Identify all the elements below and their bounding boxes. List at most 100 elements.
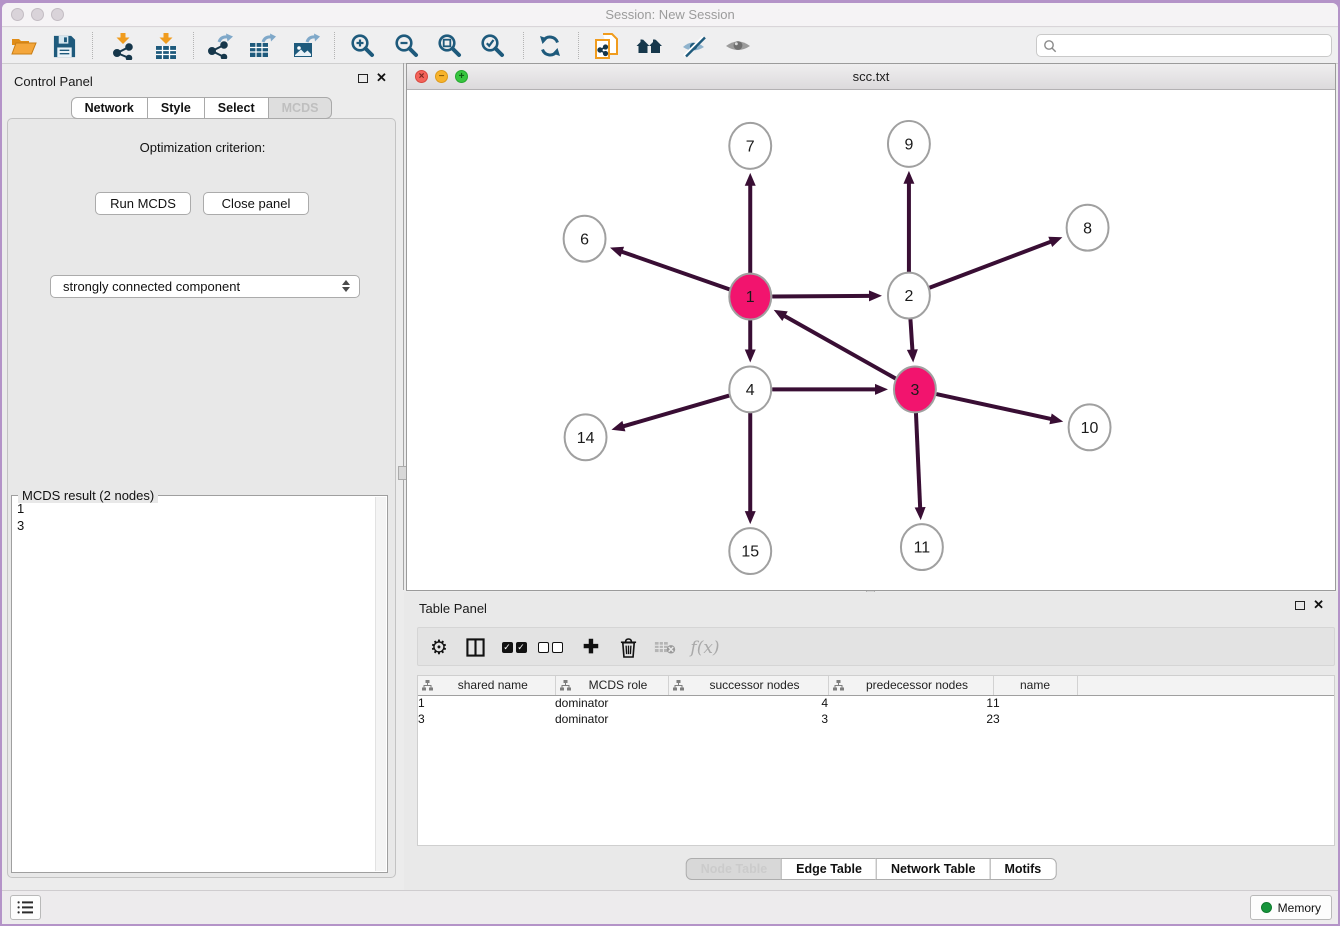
tab-edge-table[interactable]: Edge Table — [781, 858, 877, 880]
export-network-icon[interactable] — [204, 31, 234, 61]
import-table-icon[interactable] — [151, 31, 181, 61]
mcds-result-line: 1 — [17, 500, 373, 517]
zoom-selected-icon[interactable] — [478, 31, 508, 61]
graph-edge-arrowhead — [875, 384, 888, 395]
table-panel-close-icon[interactable]: ✕ — [1313, 600, 1324, 610]
graph-edge-2-8[interactable] — [929, 241, 1052, 288]
table-row[interactable]: 3dominator323 — [418, 711, 1334, 727]
table-settings-gear-icon[interactable]: ⚙ — [424, 628, 454, 667]
graph-edge-3-1[interactable] — [783, 315, 896, 378]
search-input[interactable] — [1057, 36, 1331, 55]
hide-panels-icon[interactable] — [678, 31, 708, 61]
status-bar: Memory — [2, 890, 1338, 924]
table-cell[interactable]: 1 — [418, 695, 555, 711]
select-stepper-icon — [342, 280, 350, 292]
graph-edge-arrowhead — [1049, 413, 1063, 424]
graph-node-label-15: 15 — [741, 544, 759, 561]
column-header-predecessor-nodes[interactable]: predecessor nodes — [828, 676, 993, 695]
table-cell[interactable]: 1 — [993, 695, 1077, 711]
graph-edge-arrowhead — [610, 247, 624, 257]
column-header-successor-nodes[interactable]: successor nodes — [668, 676, 828, 695]
task-history-button[interactable] — [10, 895, 41, 920]
node-table: shared name MCDS role successor nodes pr… — [417, 675, 1335, 846]
graph-edge-4-14[interactable] — [622, 396, 729, 427]
search-icon — [1043, 39, 1057, 53]
import-network-icon[interactable] — [108, 31, 138, 61]
delete-column-trash-icon[interactable] — [613, 628, 643, 667]
control-panel-float-icon[interactable] — [358, 74, 368, 83]
open-session-icon[interactable] — [8, 31, 38, 61]
column-header-mcds-role[interactable]: MCDS role — [555, 676, 668, 695]
graph-node-label-4: 4 — [746, 382, 755, 399]
graph-edge-arrowhead — [903, 171, 914, 184]
mcds-result-scrollbar[interactable] — [375, 497, 386, 871]
attribute-tree-icon — [422, 680, 433, 691]
network-minimize-button[interactable]: − — [435, 70, 448, 83]
table-cell[interactable]: 1 — [828, 695, 993, 711]
graph-edge-1-2[interactable] — [772, 296, 871, 297]
tab-network-table[interactable]: Network Table — [876, 858, 991, 880]
table-cell[interactable]: 3 — [668, 711, 828, 727]
table-cell[interactable]: dominator — [555, 711, 668, 727]
close-panel-button[interactable]: Close panel — [203, 192, 309, 215]
zoom-out-icon[interactable] — [392, 31, 422, 61]
optimization-criterion-select[interactable]: strongly connected component — [50, 275, 360, 298]
show-eye-icon[interactable] — [723, 31, 753, 61]
control-panel-close-icon[interactable]: ✕ — [376, 73, 387, 83]
node-table-header-row: shared name MCDS role successor nodes pr… — [418, 676, 1334, 695]
graph-edge-3-11[interactable] — [916, 411, 920, 509]
tab-style[interactable]: Style — [147, 97, 205, 119]
save-session-icon[interactable] — [49, 31, 79, 61]
run-mcds-button[interactable]: Run MCDS — [95, 192, 191, 215]
window-close-button[interactable] — [11, 8, 24, 21]
select-all-rows-icon[interactable]: ✓✓ — [499, 628, 529, 667]
table-cell[interactable]: 3 — [993, 711, 1077, 727]
network-close-button[interactable]: × — [415, 70, 428, 83]
export-table-icon[interactable] — [247, 31, 277, 61]
network-view-window: × − + scc.txt 1234678910111415 — [406, 63, 1336, 591]
refresh-icon[interactable] — [535, 31, 565, 61]
desktop: { "window": { "title": "Session: New Ses… — [0, 0, 1340, 926]
network-zoom-button[interactable]: + — [455, 70, 468, 83]
tab-motifs[interactable]: Motifs — [989, 858, 1056, 880]
graph-node-label-7: 7 — [746, 138, 755, 155]
table-cell[interactable]: 4 — [668, 695, 828, 711]
column-header-name[interactable]: name — [993, 676, 1077, 695]
network-canvas[interactable]: 1234678910111415 — [407, 90, 1335, 590]
window-zoom-button[interactable] — [51, 8, 64, 21]
delete-table-icon — [650, 628, 680, 667]
app-window: Session: New Session — [2, 3, 1338, 924]
mcds-result-lines[interactable]: 1 3 — [17, 500, 373, 534]
graph-edge-1-6[interactable] — [620, 251, 729, 289]
tab-network[interactable]: Network — [71, 97, 148, 119]
table-cell[interactable]: 3 — [418, 711, 555, 727]
zoom-fit-icon[interactable] — [435, 31, 465, 61]
tab-node-table[interactable]: Node Table — [686, 858, 782, 880]
table-row[interactable]: 1dominator411 — [418, 695, 1334, 711]
table-cell[interactable]: 2 — [828, 711, 993, 727]
network-window-titlebar[interactable]: × − + scc.txt — [407, 64, 1335, 90]
column-header-shared-name[interactable]: shared name — [418, 676, 555, 695]
home-networks-icon[interactable] — [634, 31, 664, 61]
tab-select[interactable]: Select — [204, 97, 269, 119]
deselect-all-rows-icon[interactable] — [535, 628, 565, 667]
network-graph[interactable]: 1234678910111415 — [407, 90, 1335, 590]
column-view-icon[interactable] — [460, 628, 490, 667]
graph-node-label-3: 3 — [910, 382, 919, 399]
memory-button[interactable]: Memory — [1250, 895, 1332, 920]
export-image-icon[interactable] — [291, 31, 321, 61]
panel-divider — [403, 63, 404, 590]
window-minimize-button[interactable] — [31, 8, 44, 21]
table-toolbar: ⚙ ✓✓ ✚ f(x) — [417, 627, 1335, 666]
tab-mcds[interactable]: MCDS — [268, 97, 333, 119]
table-panel-float-icon[interactable] — [1295, 601, 1305, 610]
graph-edge-2-3[interactable] — [910, 318, 912, 352]
graph-edge-arrowhead — [611, 421, 625, 432]
network-file-icon[interactable] — [591, 31, 621, 61]
function-builder-icon: f(x) — [690, 628, 720, 667]
control-panel-tabs: Network Style Select MCDS — [2, 97, 401, 119]
table-cell[interactable]: dominator — [555, 695, 668, 711]
graph-edge-3-10[interactable] — [936, 394, 1052, 419]
add-column-icon[interactable]: ✚ — [576, 628, 606, 667]
zoom-in-icon[interactable] — [348, 31, 378, 61]
